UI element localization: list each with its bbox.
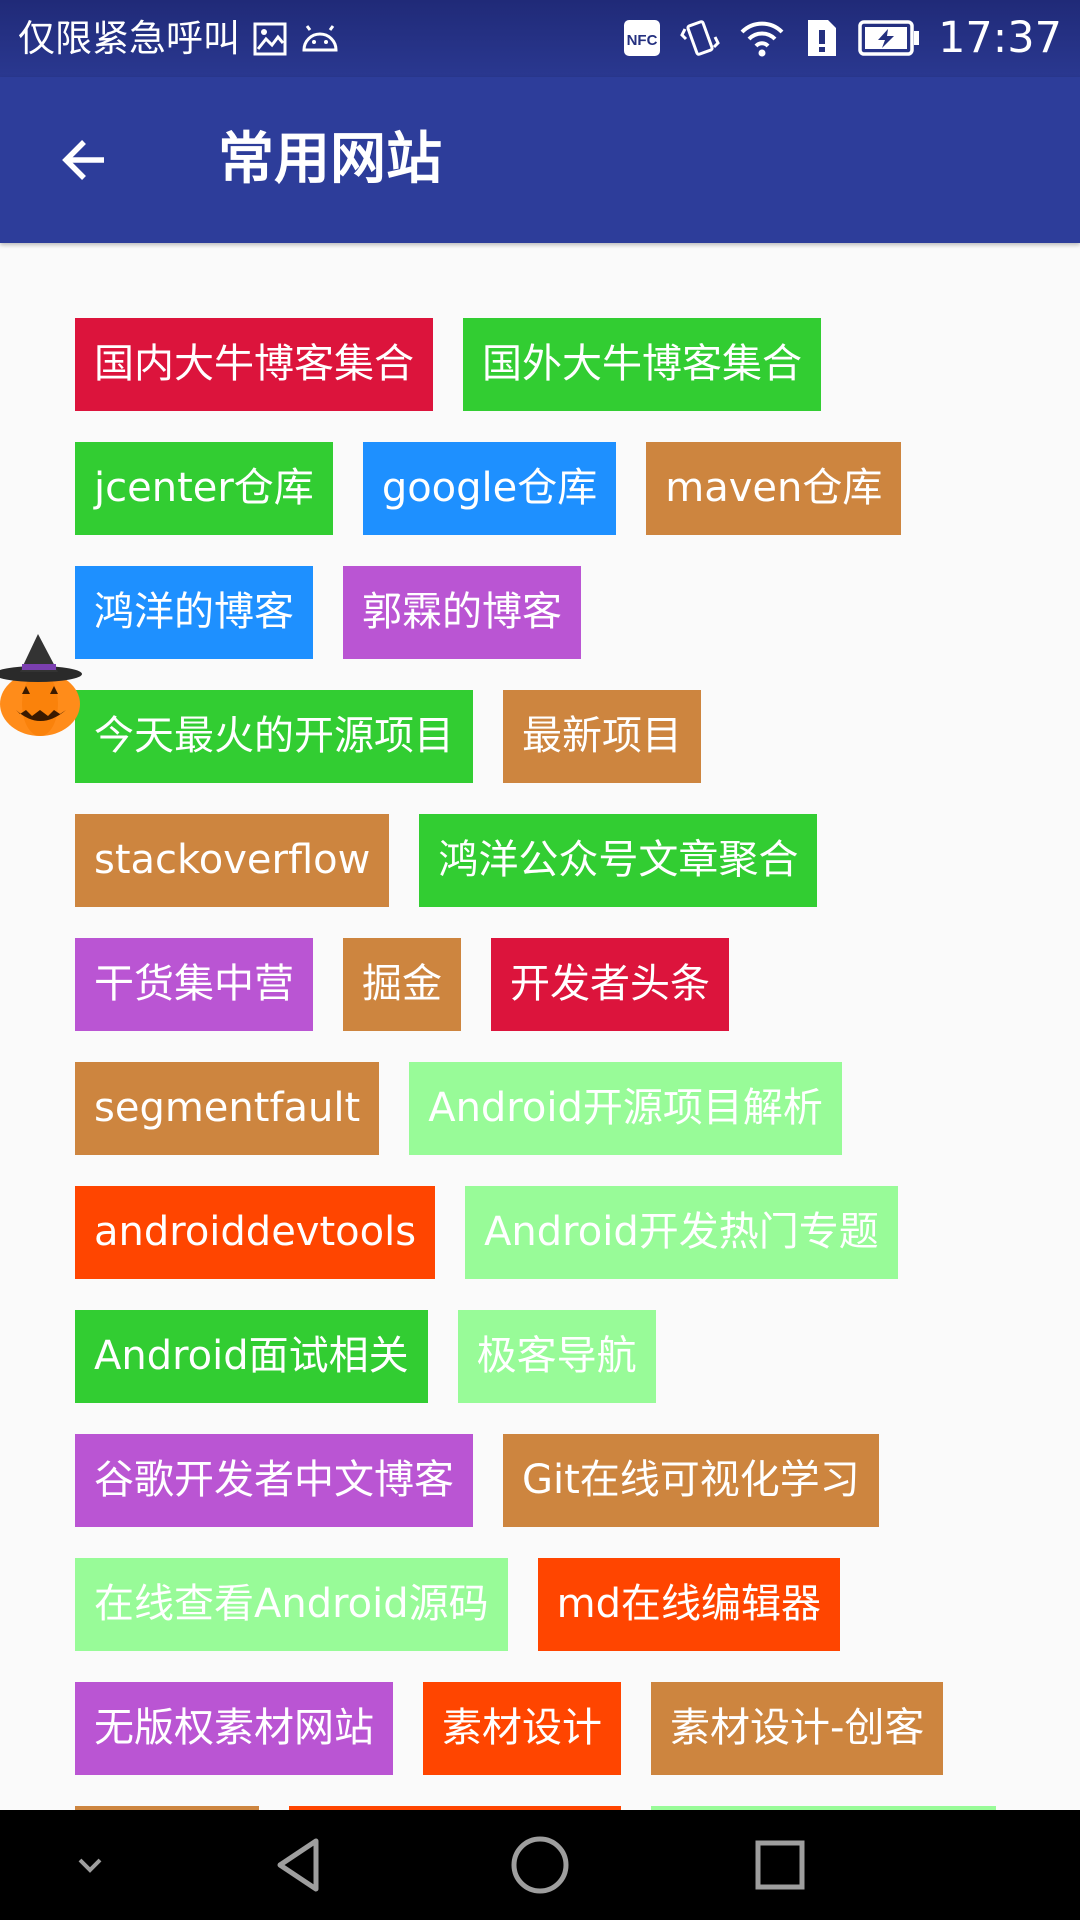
tag-item[interactable]: 素材设计-创客 — [651, 1682, 944, 1775]
navigation-bar — [0, 1810, 1080, 1920]
chevron-down-icon — [78, 1858, 102, 1873]
tag-item[interactable]: 素材设计 — [423, 1682, 621, 1775]
nav-recents-button[interactable] — [730, 1830, 830, 1900]
tag-item[interactable]: md在线编辑器 — [537, 1558, 841, 1651]
hide-nav-button[interactable] — [40, 1830, 140, 1900]
tag-item[interactable]: 掘金 — [343, 938, 461, 1031]
tag-flow-layout: 国内大牛博客集合 国外大牛博客集合 jcenter仓库 google仓库 maven仓库… — [75, 318, 1005, 1810]
tag-item[interactable]: jcenter仓库 — [75, 442, 333, 535]
tag-item[interactable]: 今天最火的开源项目 — [75, 690, 473, 783]
vibrate-icon — [680, 20, 720, 56]
android-notification-icon — [302, 25, 338, 52]
status-bar: 仅限紧急呼叫 NFC 17:37 — [0, 0, 1080, 77]
back-button[interactable] — [44, 120, 124, 200]
wifi-icon — [740, 21, 784, 57]
tag-item[interactable]: Git在线可视化学习 — [503, 1434, 879, 1527]
tag-item[interactable]: 在线查看Android源码 — [75, 1558, 508, 1651]
tag-list-content: 国内大牛博客集合 国外大牛博客集合 jcenter仓库 google仓库 maven仓库… — [0, 243, 1080, 1810]
page-title: 常用网站 — [218, 127, 442, 192]
nav-back-button[interactable] — [250, 1830, 350, 1900]
tag-item[interactable]: stackoverflow — [75, 814, 390, 907]
screen: 仅限紧急呼叫 NFC 17:37 常用网站 国内大牛博客集合 国外大牛博客集合 … — [0, 0, 1080, 1920]
tag-item[interactable]: Android开发热门专题 — [465, 1186, 898, 1279]
tag-item[interactable]: google仓库 — [362, 442, 617, 535]
tag-item[interactable]: 无版权素材网站 — [75, 1682, 393, 1775]
tag-item[interactable]: Android开源项目解析 — [409, 1062, 842, 1155]
tag-item[interactable]: maven仓库 — [646, 442, 902, 535]
nfc-icon: NFC — [624, 20, 661, 56]
status-right: NFC 17:37 — [622, 12, 1062, 64]
app-bar: 常用网站 — [0, 77, 1080, 243]
recents-square-icon — [755, 1840, 805, 1890]
battery-charging-icon — [858, 20, 920, 56]
tag-item[interactable]: 郭霖的博客 — [343, 566, 581, 659]
tag-item[interactable]: 鸿洋的博客 — [75, 566, 313, 659]
arrow-left-icon — [62, 140, 104, 180]
back-triangle-icon — [277, 1838, 319, 1892]
tag-item[interactable]: 国外大牛博客集合 — [463, 318, 821, 411]
tag-item[interactable]: Android面试相关 — [75, 1310, 428, 1403]
clock: 17:37 — [938, 13, 1062, 63]
image-notification-icon — [253, 22, 287, 56]
pumpkin-icon[interactable] — [0, 632, 84, 740]
nav-home-button[interactable] — [490, 1830, 590, 1900]
tag-item[interactable]: androiddevtools — [75, 1186, 436, 1279]
sim-alert-icon — [808, 20, 837, 56]
tag-item[interactable]: segmentfault — [75, 1062, 380, 1155]
carrier-text: 仅限紧急呼叫 — [18, 17, 240, 60]
tag-item[interactable]: 鸿洋公众号文章聚合 — [419, 814, 818, 907]
tag-item[interactable]: 国内大牛博客集合 — [75, 318, 433, 411]
tag-item[interactable]: 极客导航 — [457, 1310, 656, 1403]
tag-item[interactable]: 开发者头条 — [491, 938, 729, 1031]
tag-item[interactable]: 干货集中营 — [75, 938, 313, 1031]
tag-item[interactable]: 谷歌开发者中文博客 — [75, 1434, 473, 1527]
tag-item[interactable]: 最新项目 — [503, 690, 701, 783]
home-circle-icon — [511, 1836, 569, 1894]
nfc-label: NFC — [627, 32, 658, 49]
status-left: 仅限紧急呼叫 — [18, 14, 340, 64]
